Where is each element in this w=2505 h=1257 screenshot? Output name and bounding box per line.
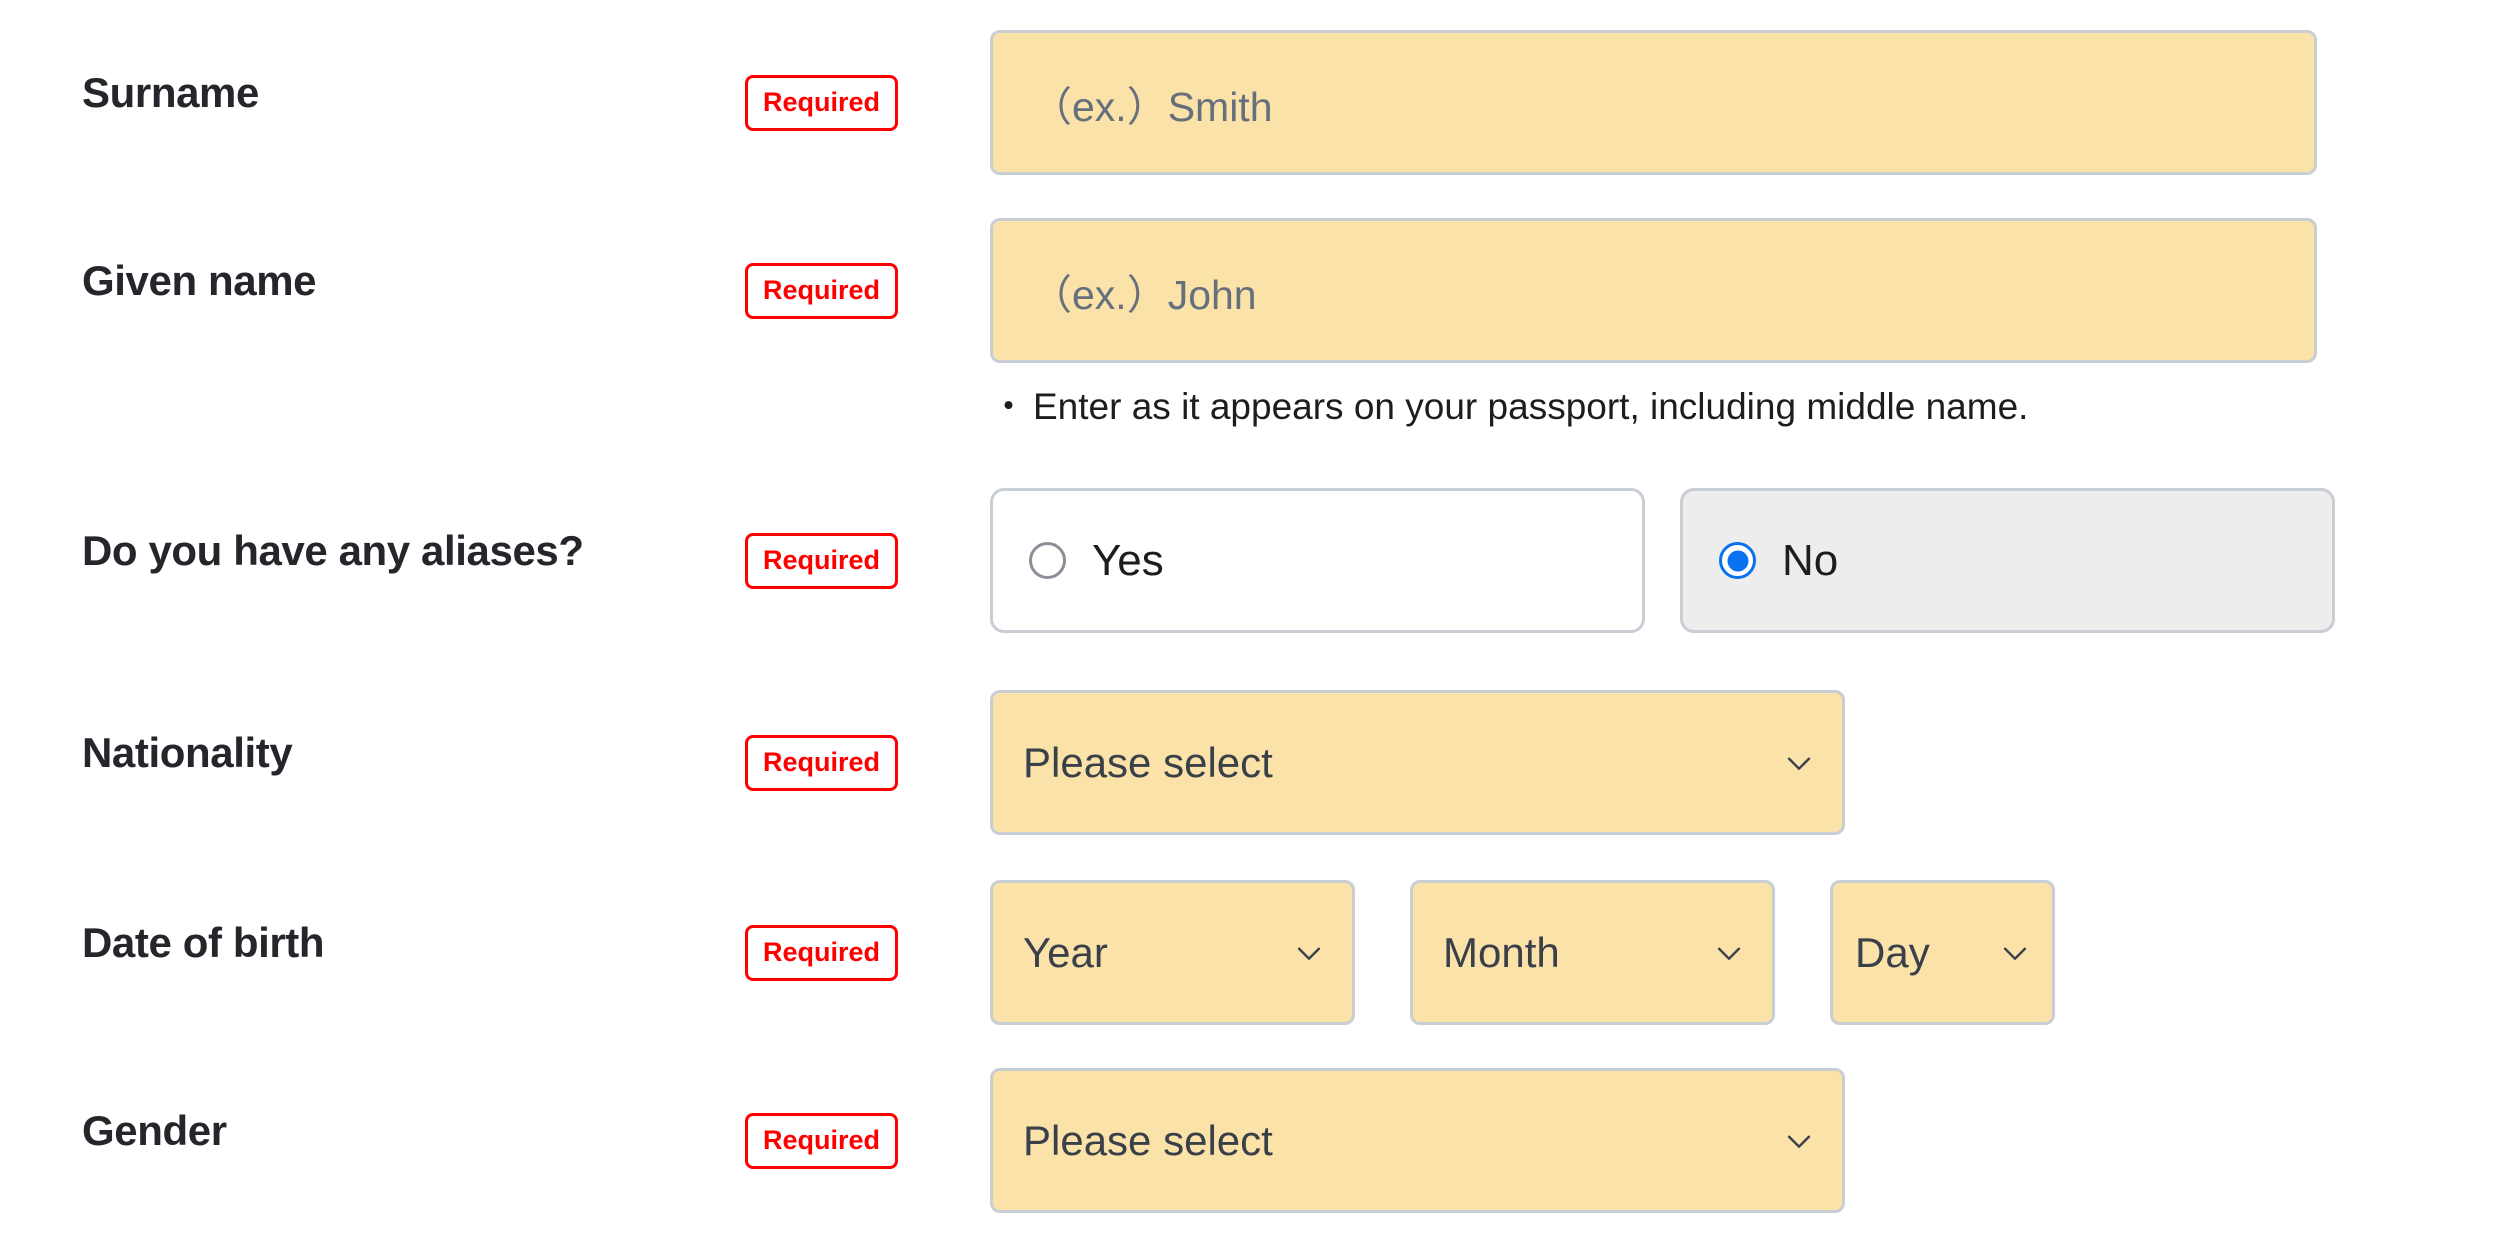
form-row-date-of-birth: Date of birth Required Year Month Day: [0, 880, 2505, 1025]
required-badge-date-of-birth: Required: [745, 925, 899, 981]
control-column-gender: Please select: [990, 1068, 2505, 1213]
nationality-select-value: Please select: [1023, 738, 1273, 786]
label-column-aliases: Do you have any aliases?: [0, 488, 745, 574]
hint-text: Enter as it appears on your passport, in…: [1033, 386, 2029, 427]
required-badge-given-name: Required: [745, 263, 899, 319]
personal-information-form: Surname Required （ex.）Smith Given name R…: [0, 0, 2505, 1257]
birth-month-select-value: Month: [1443, 928, 1560, 976]
required-badge-aliases: Required: [745, 533, 899, 589]
form-row-gender: Gender Required Please select: [0, 1068, 2505, 1213]
chevron-down-icon: [1292, 936, 1326, 970]
form-row-surname: Surname Required （ex.）Smith: [0, 30, 2505, 175]
birth-month-select[interactable]: Month: [1410, 880, 1775, 1025]
surname-input[interactable]: （ex.）Smith: [990, 30, 2317, 175]
label-column-gender: Gender: [0, 1068, 745, 1154]
nationality-select[interactable]: Please select: [990, 690, 1845, 835]
hint-bullet-icon: ・: [990, 386, 1027, 427]
gender-select[interactable]: Please select: [990, 1068, 1845, 1213]
badge-column-nationality: Required: [745, 690, 990, 791]
label-column-surname: Surname: [0, 30, 745, 116]
gender-select-value: Please select: [1023, 1116, 1273, 1164]
field-label-gender: Gender: [82, 1107, 227, 1154]
form-row-nationality: Nationality Required Please select: [0, 690, 2505, 835]
chevron-down-icon: [1782, 1124, 1816, 1158]
chevron-down-icon: [1782, 746, 1816, 780]
label-column-nationality: Nationality: [0, 690, 745, 776]
required-badge-gender: Required: [745, 1113, 899, 1169]
radio-checked-icon: [1719, 542, 1756, 579]
field-label-given-name: Given name: [82, 257, 317, 304]
field-label-surname: Surname: [82, 69, 259, 116]
aliases-option-yes[interactable]: Yes: [990, 488, 1645, 633]
label-column-given-name: Given name: [0, 218, 745, 304]
badge-column-given-name: Required: [745, 218, 990, 319]
birth-year-select-value: Year: [1023, 928, 1108, 976]
required-badge-nationality: Required: [745, 735, 899, 791]
radio-unchecked-icon: [1029, 542, 1066, 579]
badge-column-date-of-birth: Required: [745, 880, 990, 981]
chevron-down-icon: [1712, 936, 1746, 970]
field-label-aliases: Do you have any aliases?: [82, 527, 584, 574]
given-name-hint: ・ Enter as it appears on your passport, …: [990, 383, 2505, 431]
field-label-nationality: Nationality: [82, 729, 293, 776]
control-column-date-of-birth: Year Month Day: [990, 880, 2505, 1025]
control-column-surname: （ex.）Smith: [990, 30, 2505, 175]
control-column-aliases: Yes No: [990, 488, 2505, 633]
date-of-birth-select-group: Year Month Day: [990, 880, 2505, 1025]
chevron-down-icon: [1998, 936, 2032, 970]
control-column-given-name: （ex.）John ・ Enter as it appears on your …: [990, 218, 2505, 431]
given-name-input[interactable]: （ex.）John: [990, 218, 2317, 363]
control-column-nationality: Please select: [990, 690, 2505, 835]
badge-column-gender: Required: [745, 1068, 990, 1169]
form-row-aliases: Do you have any aliases? Required Yes No: [0, 488, 2505, 633]
aliases-option-no[interactable]: No: [1680, 488, 2335, 633]
birth-day-select[interactable]: Day: [1830, 880, 2055, 1025]
aliases-option-no-label: No: [1782, 535, 1839, 585]
label-column-date-of-birth: Date of birth: [0, 880, 745, 966]
required-badge-surname: Required: [745, 75, 899, 131]
aliases-option-yes-label: Yes: [1092, 535, 1164, 585]
field-label-date-of-birth: Date of birth: [82, 919, 325, 966]
badge-column-aliases: Required: [745, 488, 990, 589]
birth-year-select[interactable]: Year: [990, 880, 1355, 1025]
birth-day-select-value: Day: [1855, 928, 1930, 976]
aliases-radio-group: Yes No: [990, 488, 2505, 633]
form-row-given-name: Given name Required （ex.）John ・ Enter as…: [0, 218, 2505, 431]
badge-column-surname: Required: [745, 30, 990, 131]
